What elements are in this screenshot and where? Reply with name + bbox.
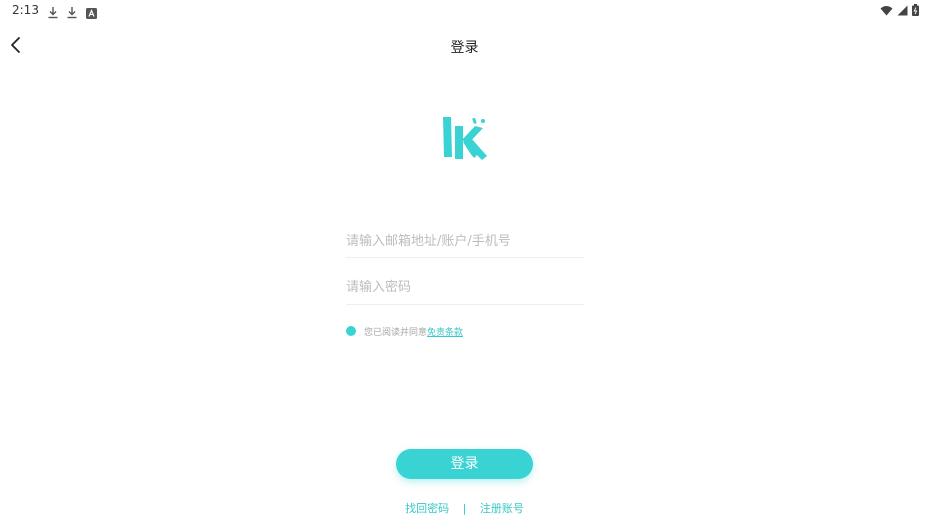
cell-signal-icon xyxy=(897,1,908,20)
account-input[interactable] xyxy=(346,225,584,258)
status-bar: 2:13 xyxy=(0,0,929,22)
register-link[interactable]: 注册账号 xyxy=(480,502,524,515)
battery-icon xyxy=(912,1,919,20)
link-divider: | xyxy=(462,502,467,515)
status-icons-right xyxy=(880,4,919,17)
agreement-row: 您已阅读并同意 免责条款 xyxy=(346,324,463,338)
login-button[interactable]: 登录 xyxy=(396,449,533,479)
bottom-links: 找回密码 | 注册账号 xyxy=(0,500,929,516)
page-title: 登录 xyxy=(450,40,479,56)
status-time: 2:13 xyxy=(12,3,39,17)
app-logo xyxy=(441,114,489,162)
wifi-icon xyxy=(880,1,893,20)
a-box-icon xyxy=(86,4,98,19)
password-input[interactable] xyxy=(346,270,584,305)
forgot-password-link[interactable]: 找回密码 xyxy=(405,502,449,515)
agreement-radio[interactable] xyxy=(346,326,356,336)
disclaimer-link[interactable]: 免责条款 xyxy=(427,325,463,338)
download-icon xyxy=(66,4,78,19)
download-icon xyxy=(47,4,59,19)
agreement-text: 您已阅读并同意 xyxy=(364,327,428,338)
